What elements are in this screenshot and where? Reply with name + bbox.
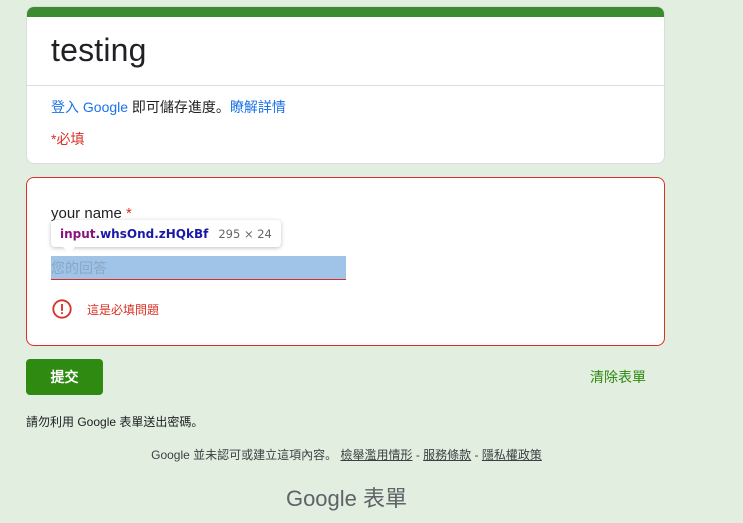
devtools-inspector-tooltip: input .whsOnd.zHQkBf 295 × 24 bbox=[51, 220, 281, 253]
password-warning: 請勿利用 Google 表單送出密碼。 bbox=[26, 415, 204, 429]
question-card: your name * 這是必填問題 bbox=[26, 177, 665, 346]
error-message: 這是必填問題 bbox=[51, 298, 159, 320]
answer-input[interactable] bbox=[51, 256, 346, 280]
tooltip-arrow bbox=[63, 247, 75, 253]
required-note: *必填 bbox=[51, 131, 85, 147]
error-text: 這是必填問題 bbox=[87, 302, 160, 317]
signin-prompt: 登入 Google 即可儲存進度。瞭解詳情 bbox=[51, 97, 286, 117]
form-title: testing bbox=[51, 32, 147, 68]
error-circle-icon bbox=[52, 299, 72, 319]
submit-button[interactable]: 提交 bbox=[26, 359, 103, 395]
brand-product: 表單 bbox=[363, 486, 408, 511]
theme-color-band bbox=[27, 7, 664, 17]
form-header-card: testing 登入 Google 即可儲存進度。瞭解詳情 *必填 bbox=[26, 6, 665, 164]
footer-disclaimer: Google 並未認可或建立這項內容。 檢舉濫用情形 - 服務條款 - 隱私權政… bbox=[0, 446, 693, 463]
tooltip-classes: .whsOnd.zHQkBf bbox=[95, 226, 209, 241]
terms-link[interactable]: 服務條款 bbox=[423, 448, 471, 462]
privacy-link[interactable]: 隱私權政策 bbox=[482, 448, 542, 462]
separator: - bbox=[412, 448, 424, 462]
learn-more-link[interactable]: 瞭解詳情 bbox=[230, 99, 286, 115]
separator: - bbox=[471, 448, 482, 462]
brand-google: Google bbox=[285, 486, 357, 511]
tooltip-dimensions: 295 × 24 bbox=[218, 226, 272, 241]
signin-text: 即可儲存進度。 bbox=[128, 99, 230, 115]
clear-form-button[interactable]: 清除表單 bbox=[590, 367, 646, 387]
tooltip-tag: input bbox=[60, 226, 96, 241]
disclaimer-text: Google 並未認可或建立這項內容。 bbox=[151, 448, 338, 462]
signin-link[interactable]: 登入 Google bbox=[51, 99, 128, 115]
report-abuse-link[interactable]: 檢舉濫用情形 bbox=[340, 448, 412, 462]
google-forms-logo[interactable]: Google 表單 bbox=[0, 481, 693, 513]
header-divider bbox=[27, 85, 664, 86]
